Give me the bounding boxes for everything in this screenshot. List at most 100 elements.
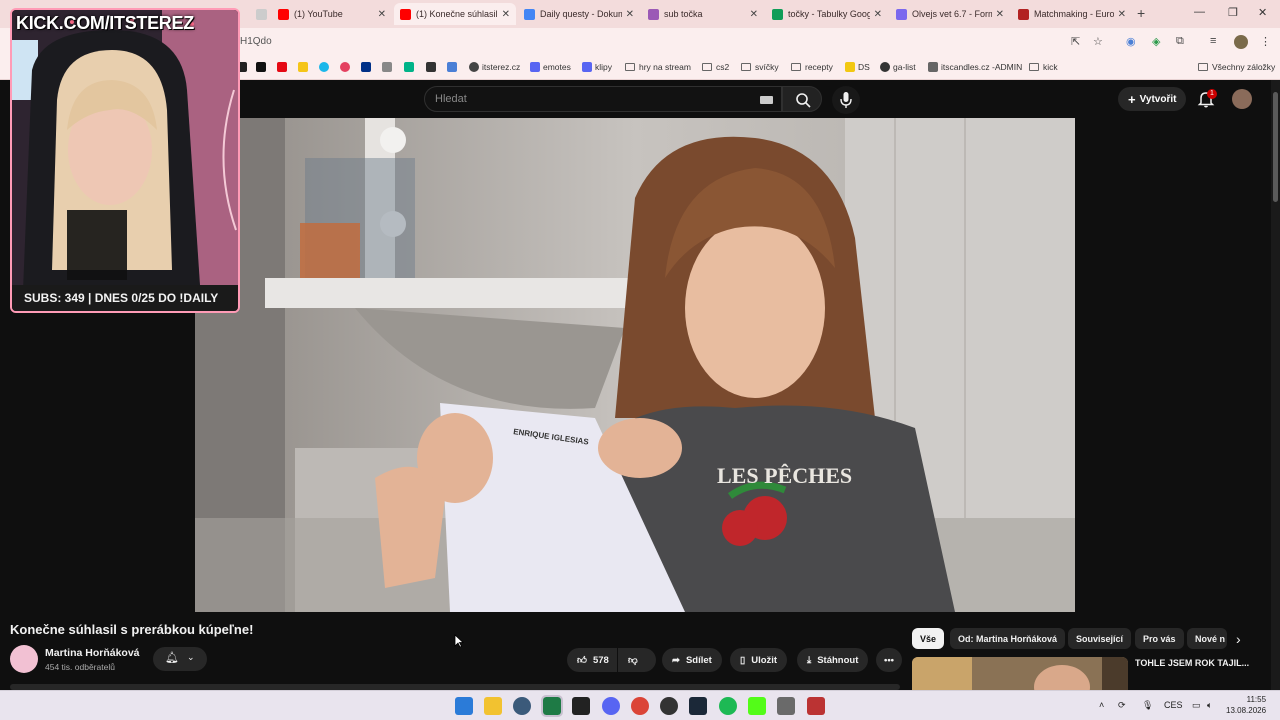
close-icon[interactable]: ✕ (996, 9, 1004, 20)
chip-new[interactable]: Nové n (1187, 628, 1227, 649)
tab-matchmaking[interactable]: Matchmaking - Europ ✕ (1012, 3, 1132, 25)
chevron-up-icon[interactable]: ˄ (1099, 700, 1104, 710)
bookmark-icon-only[interactable] (426, 62, 439, 72)
network-icon[interactable]: ⟳ (1118, 700, 1126, 711)
close-icon[interactable]: ✕ (750, 9, 758, 20)
file-explorer-icon[interactable] (484, 697, 502, 715)
bookmark-icon-only[interactable] (277, 62, 290, 72)
profile-avatar[interactable] (1234, 35, 1248, 49)
maximize-button[interactable]: ❐ (1228, 6, 1238, 19)
recommended-thumbnail[interactable] (912, 657, 1128, 690)
save-button[interactable]: ▯ Uložit (730, 648, 788, 672)
install-app-icon[interactable]: ⇱ (1071, 35, 1080, 48)
ccleaner-icon[interactable] (513, 697, 531, 715)
excel-icon[interactable] (541, 695, 563, 717)
account-avatar[interactable] (1232, 89, 1252, 109)
bookmark-itscandles-admin[interactable]: itscandles.cz -ADMIN (928, 62, 1022, 72)
close-icon[interactable]: ✕ (378, 9, 386, 20)
recommended-title[interactable]: TOHLE JSEM ROK TAJIL... (1135, 658, 1249, 668)
bookmark-icon-only[interactable] (404, 62, 417, 72)
channel-avatar[interactable] (10, 645, 38, 673)
globe-icon (469, 62, 479, 72)
bookmark-star-icon[interactable]: ☆ (1093, 35, 1103, 48)
display-icon[interactable]: ▭ (1192, 700, 1201, 711)
bookmark-itsterez[interactable]: itsterez.cz (469, 62, 520, 72)
bookmark-folder-hry[interactable]: hry na stream (625, 62, 691, 72)
minimize-button[interactable]: — (1194, 6, 1205, 18)
bookmark-folder-kick[interactable]: kick (1029, 62, 1058, 72)
extensions-puzzle-icon[interactable]: ⧉ (1176, 35, 1184, 48)
bookmark-folder-svicky[interactable]: svíčky (741, 62, 779, 72)
bookmark-icon-only[interactable] (447, 62, 460, 72)
tab-daily-questy[interactable]: Daily questy - Dokum ✕ (518, 3, 640, 25)
app-icon[interactable] (777, 697, 795, 715)
tab-search-icon[interactable]: ≡ (1210, 35, 1216, 47)
steam-icon[interactable] (689, 697, 707, 715)
folder-icon (741, 63, 751, 71)
plus-icon: + (1128, 91, 1136, 107)
volume-icon[interactable]: 🔈︎ (1207, 700, 1212, 711)
like-button[interactable]: 👍︎ 578 (567, 648, 617, 672)
extension-icon[interactable]: ◈ (1152, 35, 1160, 48)
kick-icon[interactable] (748, 697, 766, 715)
search-button[interactable] (782, 86, 822, 112)
chip-related[interactable]: Související (1068, 628, 1132, 649)
menu-kebab-icon[interactable]: ⋮ (1260, 35, 1271, 48)
chip-from-channel[interactable]: Od: Martina Horňáková (950, 628, 1066, 649)
tab-sub-tocka[interactable]: sub točka ✕ (642, 3, 764, 25)
close-icon[interactable]: ✕ (874, 9, 882, 20)
scrollbar-thumb[interactable] (1273, 92, 1278, 202)
all-bookmarks[interactable]: Všechny záložky (1198, 62, 1275, 72)
start-icon[interactable] (455, 697, 473, 715)
chip-all[interactable]: Vše (912, 628, 945, 649)
tab-tocky-sheets[interactable]: točky - Tabulky Goog ✕ (766, 3, 888, 25)
notification-preference-button[interactable]: 🔔︎ ⌄ (153, 647, 207, 671)
site-icon (298, 62, 308, 72)
system-clock[interactable]: 11:55 13.08.2026 (1226, 694, 1266, 716)
bookmark-emotes[interactable]: emotes (530, 62, 571, 72)
app-icon[interactable] (572, 697, 590, 715)
obs-icon[interactable] (660, 697, 678, 715)
tab-youtube[interactable]: (1) YouTube ✕ (272, 3, 392, 25)
window-close-button[interactable]: ✕ (1258, 6, 1267, 19)
dislike-button[interactable]: 👎︎ (618, 648, 656, 672)
bookmark-folder-recepty[interactable]: recepty (791, 62, 833, 72)
tab-olvejs-form[interactable]: Olvejs vet 6.7 - Form ✕ (890, 3, 1010, 25)
discord-icon[interactable] (602, 697, 620, 715)
bookmark-icon-only[interactable] (382, 62, 395, 72)
address-bar[interactable]: H1Qdo (240, 36, 272, 47)
bookmark-folder-cs2[interactable]: cs2 (702, 62, 729, 72)
chip-for-you[interactable]: Pro vás (1135, 628, 1184, 649)
close-icon[interactable]: ✕ (1118, 9, 1126, 20)
new-tab-button[interactable]: + (1137, 5, 1145, 21)
bookmark-klipy[interactable]: klipy (582, 62, 612, 72)
chrome-icon[interactable] (631, 697, 649, 715)
shield-icon[interactable] (807, 697, 825, 715)
keyboard-icon[interactable] (760, 96, 773, 104)
video-player[interactable]: LES PÊCHES ENRIQUE IGLESIAS (195, 118, 1075, 612)
voice-search-button[interactable] (832, 86, 860, 114)
download-button[interactable]: ⤓ Stáhnout (797, 648, 869, 672)
microphone-icon[interactable]: 🎙︎ (1142, 700, 1153, 711)
bookmark-icon-only[interactable] (361, 62, 374, 72)
more-horizontal-icon: ••• (884, 654, 894, 666)
tab-pinned[interactable] (250, 3, 270, 25)
more-actions-button[interactable]: ••• (876, 648, 902, 672)
close-icon[interactable]: ✕ (502, 9, 510, 20)
bookmark-icon-only[interactable] (256, 62, 269, 72)
language-indicator[interactable]: CES (1164, 700, 1183, 710)
channel-name[interactable]: Martina Horňáková (45, 647, 140, 659)
extension-icon[interactable]: ◉ (1126, 35, 1136, 48)
chevron-right-icon[interactable]: › (1236, 631, 1241, 647)
tab-current-video[interactable]: (1) Konečne súhlasil s prerábkou ✕ (394, 3, 516, 25)
bookmark-icon-only[interactable] (298, 62, 311, 72)
bookmark-icon-only[interactable] (319, 62, 332, 72)
bookmark-icon-only[interactable] (340, 62, 353, 72)
create-button[interactable]: + Vytvořit (1118, 87, 1187, 111)
search-input[interactable]: Hledat (424, 86, 782, 112)
bookmark-ds[interactable]: DS (845, 62, 870, 72)
spotify-icon[interactable] (719, 697, 737, 715)
close-icon[interactable]: ✕ (626, 9, 634, 20)
bookmark-ga-list[interactable]: ga-list (880, 62, 916, 72)
share-button[interactable]: ➦ Sdílet (662, 648, 722, 672)
